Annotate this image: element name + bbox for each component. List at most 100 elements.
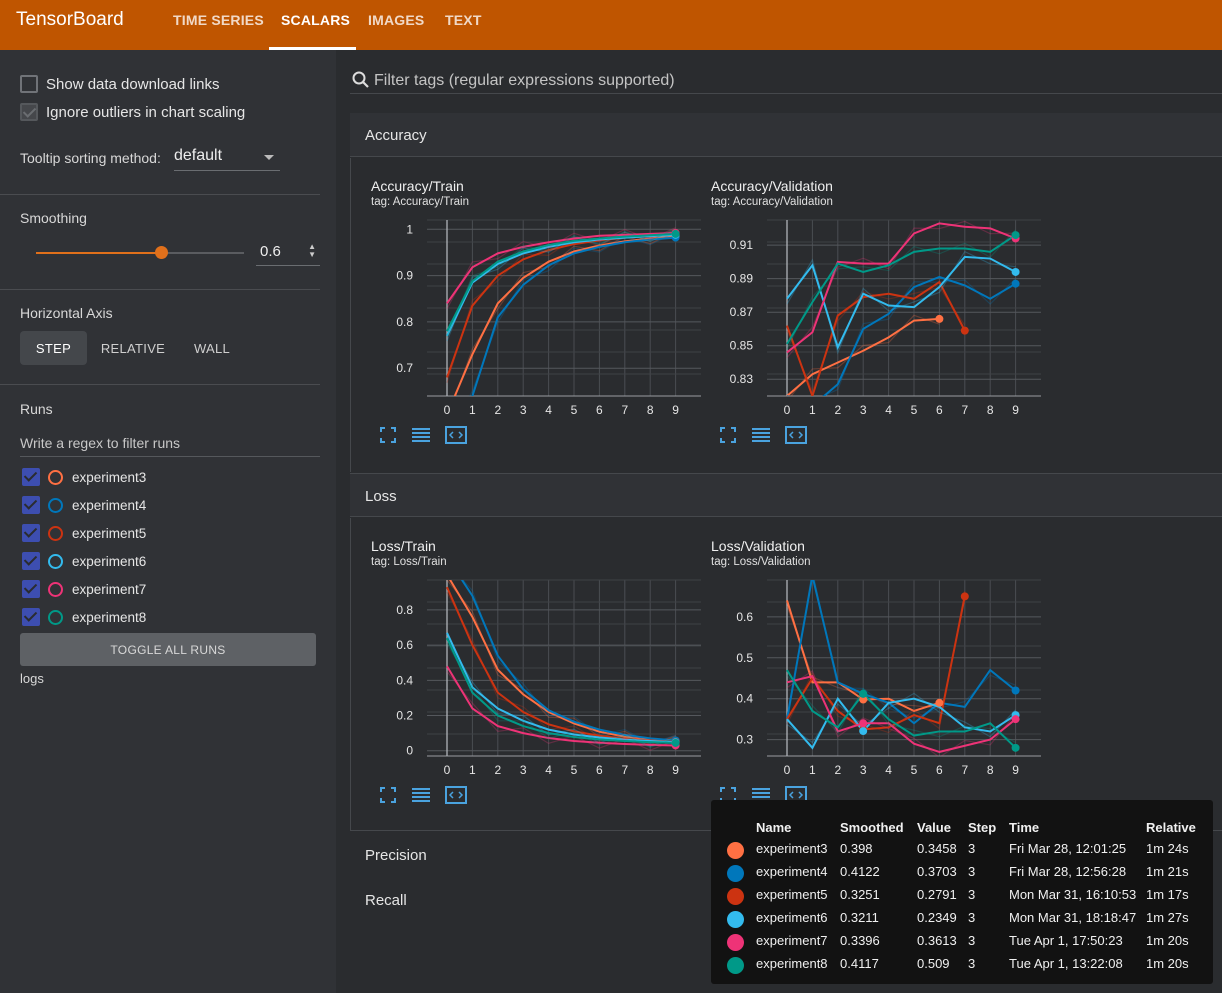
run-color-circle-icon[interactable] [48,581,63,597]
section-precision-header[interactable]: Precision [350,833,710,877]
run-color-circle-icon[interactable] [48,553,63,569]
data-table-icon[interactable] [751,426,771,449]
series-end-point [671,229,680,238]
x-tick-label: 3 [860,403,867,417]
section-accuracy-header[interactable]: Accuracy [350,113,1222,157]
accuracy-train-chart[interactable]: 1 0.9 0.8 0.7 0 1 2 3 4 5 6 7 8 9 [371,219,701,420]
tooltip-cell-value: 0.3458 [917,841,957,856]
series-end-point [960,592,969,601]
data-table-icon[interactable] [411,426,431,449]
run-checkbox[interactable] [22,608,40,626]
run-checkbox[interactable] [22,468,40,486]
axis-relative-button[interactable]: RELATIVE [96,331,170,365]
fullscreen-icon[interactable] [379,786,397,809]
horizontal-axis-label: Horizontal Axis [20,305,113,321]
run-name: experiment8 [72,609,147,625]
tooltip-cell-step: 3 [968,887,976,902]
tab-scalars[interactable]: SCALARS [281,12,350,28]
axis-step-button[interactable]: STEP [20,331,87,365]
section-recall-header[interactable]: Recall [350,878,710,922]
chart-title: Loss/Train [371,538,436,554]
run-item-experiment4[interactable]: experiment4 [22,494,146,516]
fit-domain-icon[interactable] [445,786,467,809]
chart-tag: tag: Accuracy/Train [371,196,470,208]
sidebar: Show data download links Ignore outliers… [0,50,336,993]
run-item-experiment7[interactable]: experiment7 [22,578,146,600]
fit-domain-icon[interactable] [785,426,807,449]
smoothing-slider[interactable] [36,246,244,259]
tooltip-sort-select[interactable]: default [174,147,280,171]
series-raw-line [786,286,966,393]
run-checkbox[interactable] [22,524,40,542]
tooltip-cell-relative: 1m 21s [1146,864,1189,879]
run-item-experiment6[interactable]: experiment6 [22,550,146,572]
accuracy-validation-chart[interactable]: 0.91 0.89 0.87 0.85 0.83 0 1 2 3 4 5 6 7 8 9 [711,219,1041,420]
spinner-arrows-icon[interactable]: ▲ ▼ [308,243,316,259]
ignore-outliers-checkbox[interactable]: Ignore outliers in chart scaling [20,103,245,121]
tooltip-row: experiment7 0.3396 0.3613 3 Tue Apr 1, 17:50… [711,933,1213,955]
show-download-links-checkbox[interactable]: Show data download links [20,75,219,93]
run-name: experiment5 [72,525,147,541]
y-tick-label: 0.6 [736,610,753,624]
series-group [446,227,676,396]
fullscreen-icon[interactable] [379,426,397,449]
app-title: TensorBoard [16,9,124,30]
series-raw-line [446,637,676,747]
section-loss-header[interactable]: Loss [350,473,1222,517]
x-tick-label: 8 [647,763,654,777]
tooltip-sort-label: Tooltip sorting method: [20,150,161,166]
runs-label: Runs [20,401,53,417]
x-tick-label: 4 [545,403,552,417]
x-tick-label: 7 [621,403,628,417]
tooltip-row: experiment3 0.398 0.3458 3 Fri Mar 28, 12:01… [711,841,1213,863]
tooltip-cell-step: 3 [968,841,976,856]
run-checkbox[interactable] [22,580,40,598]
slider-thumb[interactable] [154,246,168,259]
tab-text[interactable]: TEXT [445,12,482,28]
run-color-circle-icon[interactable] [48,609,63,625]
tooltip-header: Value [917,820,951,835]
y-tick-label: 0.7 [396,361,413,375]
x-tick-label: 9 [672,403,679,417]
fit-domain-icon[interactable] [445,426,467,449]
fullscreen-icon[interactable] [719,426,737,449]
run-item-experiment5[interactable]: experiment5 [22,522,146,544]
chart-toolbar [379,426,467,449]
tooltip-row: experiment8 0.4117 0.509 3 Tue Apr 1, 13:22:… [711,956,1213,978]
tooltip-cell-relative: 1m 20s [1146,956,1189,971]
run-color-dot-icon [727,865,744,882]
tooltip-cell-time: Tue Apr 1, 13:22:08 [1009,956,1123,971]
tab-time-series[interactable]: TIME SERIES [173,12,264,28]
chart-title: Accuracy/Train [371,178,464,194]
tab-images[interactable]: IMAGES [368,12,424,28]
x-tick-label: 2 [494,403,501,417]
loss-validation-chart[interactable]: 0.6 0.5 0.4 0.3 0 1 2 3 4 5 6 7 8 9 [711,579,1041,780]
run-item-experiment3[interactable]: experiment3 [22,466,146,488]
x-tick-label: 7 [961,403,968,417]
tooltip-cell-smoothed: 0.398 [840,841,873,856]
run-item-experiment8[interactable]: experiment8 [22,606,146,628]
tooltip-cell-value: 0.3613 [917,933,957,948]
run-color-circle-icon[interactable] [48,525,63,541]
tooltip-cell-smoothed: 0.3251 [840,887,880,902]
tag-filter-input[interactable]: Filter tags (regular expressions support… [350,68,1222,94]
x-tick-label: 5 [911,763,918,777]
run-color-circle-icon[interactable] [48,469,63,485]
run-checkbox[interactable] [22,552,40,570]
checkbox-checked-icon[interactable] [20,103,38,121]
x-tick-label: 6 [936,763,943,777]
axis-wall-button[interactable]: WALL [180,331,244,365]
smoothing-input[interactable]: 0.6 ▲ ▼ [256,238,320,266]
y-tick-label: 0.83 [730,372,754,386]
y-tick-label: 0.89 [730,272,754,286]
run-checkbox[interactable] [22,496,40,514]
toggle-all-runs-button[interactable]: TOGGLE ALL RUNS [20,633,316,666]
chart-toolbar [719,426,807,449]
run-color-circle-icon[interactable] [48,497,63,513]
checkbox-icon[interactable] [20,75,38,93]
data-table-icon[interactable] [411,786,431,809]
loss-train-chart[interactable]: 0.8 0.6 0.4 0.2 0 0 1 2 3 4 5 6 7 8 9 [371,579,701,780]
hover-point [859,719,868,728]
runs-filter-input[interactable]: Write a regex to filter runs [20,435,320,457]
x-tick-label: 7 [961,763,968,777]
